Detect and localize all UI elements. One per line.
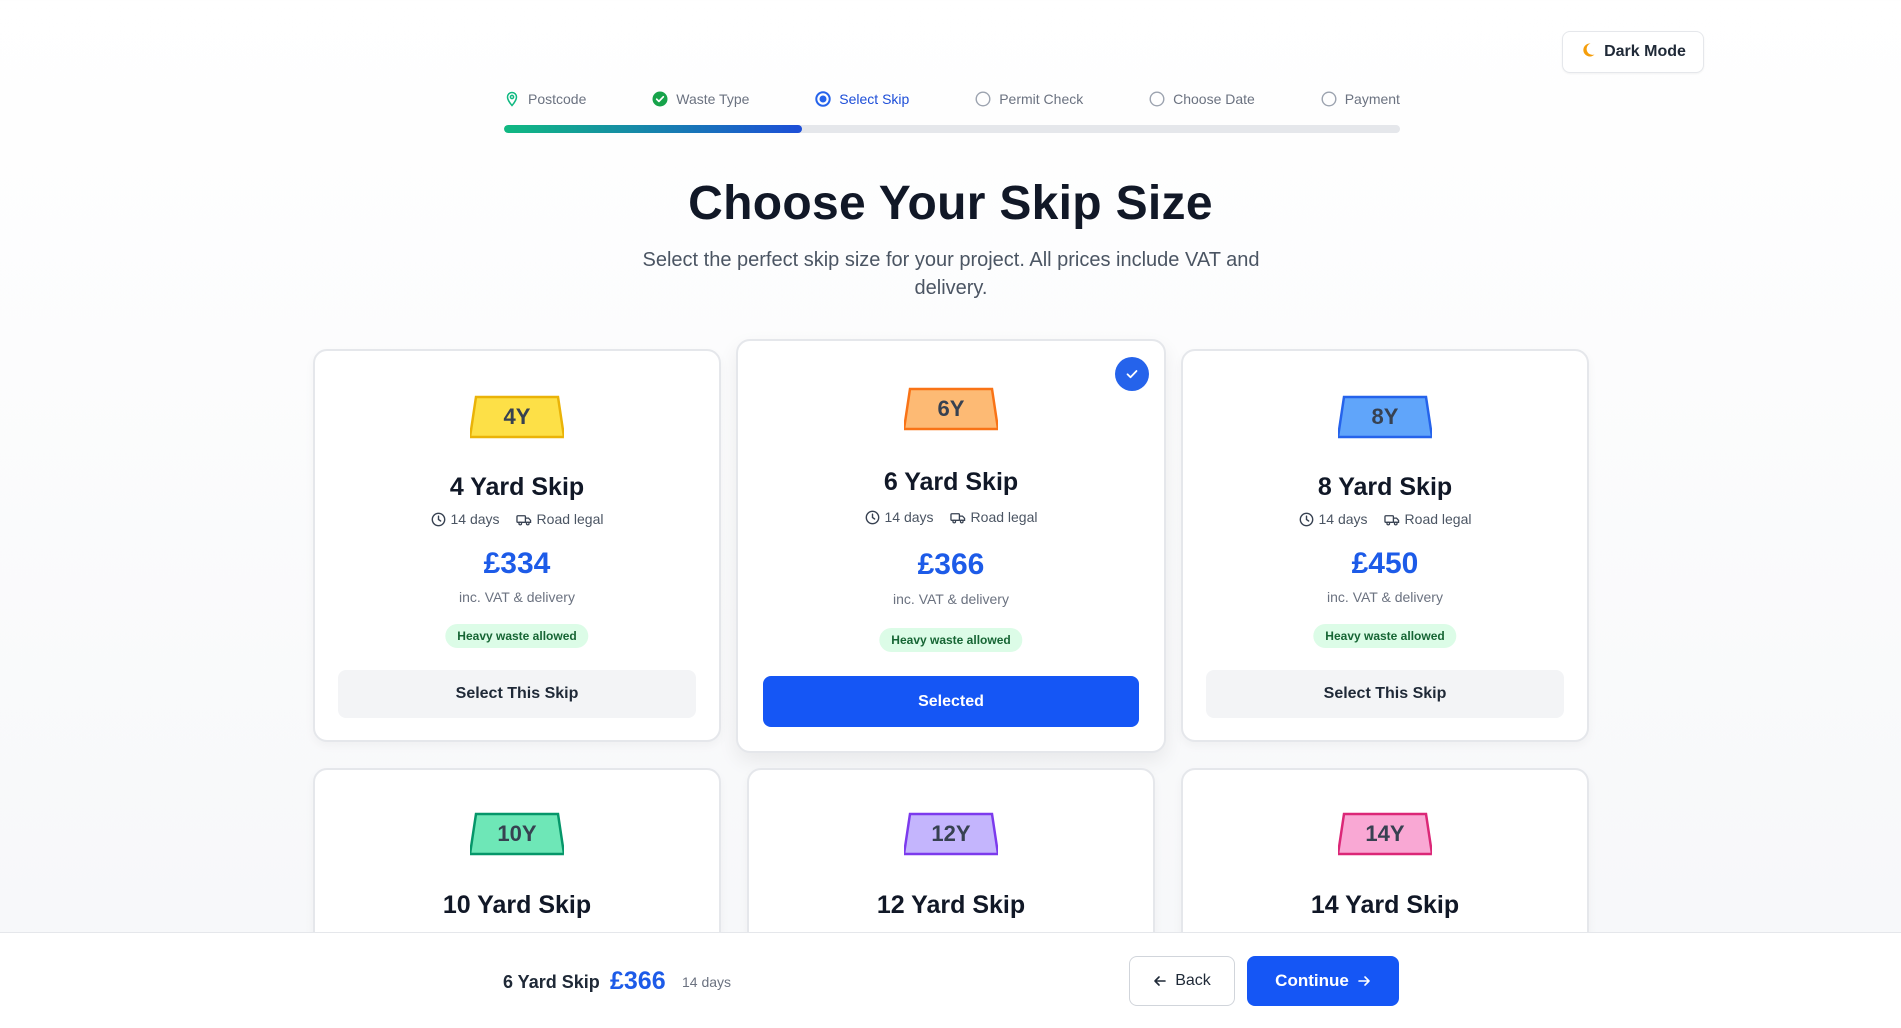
truck-icon bbox=[949, 512, 965, 523]
hire-period: 14 days bbox=[1318, 511, 1368, 527]
skip-card-4-yard[interactable]: 4Y 4 Yard Skip 14 days Road legal £334 i… bbox=[313, 349, 721, 742]
moon-icon bbox=[1580, 42, 1596, 63]
truck-icon bbox=[515, 514, 531, 525]
skip-price: £334 bbox=[483, 547, 551, 580]
summary-price: £366 bbox=[610, 967, 666, 995]
truck-icon bbox=[1383, 514, 1399, 525]
hire-period: 14 days bbox=[450, 511, 500, 527]
step-select-skip[interactable]: Select Skip bbox=[815, 91, 909, 107]
skip-badge-text: 14Y bbox=[1365, 821, 1404, 846]
step-label: Select Skip bbox=[839, 91, 910, 107]
continue-label: Continue bbox=[1275, 971, 1349, 990]
arrow-left-icon bbox=[1154, 976, 1167, 986]
circle-icon bbox=[975, 91, 991, 107]
step-payment[interactable]: Payment bbox=[1321, 91, 1400, 107]
step-label: Permit Check bbox=[999, 91, 1084, 107]
circle-icon bbox=[1149, 91, 1165, 107]
check-circle-icon bbox=[652, 91, 668, 107]
road-legal: Road legal bbox=[970, 509, 1038, 525]
radio-active-icon bbox=[815, 91, 831, 107]
step-choose-date[interactable]: Choose Date bbox=[1149, 91, 1255, 107]
skip-meta: 14 days Road legal bbox=[738, 509, 1164, 525]
step-label: Payment bbox=[1344, 91, 1400, 107]
skip-name: 12 Yard Skip bbox=[876, 891, 1026, 919]
skip-badge-text: 10Y bbox=[497, 821, 536, 846]
clock-icon bbox=[431, 512, 445, 526]
summary-skip-name: 6 Yard Skip bbox=[503, 972, 600, 992]
arrow-right-icon bbox=[1358, 976, 1370, 986]
step-waste-type[interactable]: Waste Type bbox=[652, 91, 749, 107]
dark-mode-button[interactable]: Dark Mode bbox=[1562, 31, 1704, 73]
skip-meta: 14 days Road legal bbox=[1183, 511, 1587, 527]
summary-hire-period: 14 days bbox=[682, 974, 732, 990]
skip-badge-text: 8Y bbox=[1372, 404, 1399, 429]
step-label: Postcode bbox=[528, 91, 587, 107]
back-label: Back bbox=[1175, 972, 1211, 989]
page-subtitle: Select the perfect skip size for your pr… bbox=[642, 249, 1260, 299]
circle-icon bbox=[1321, 91, 1337, 107]
skip-meta: 14 days Road legal bbox=[315, 511, 719, 527]
heavy-waste-badge: Heavy waste allowed bbox=[879, 628, 1023, 652]
price-note: inc. VAT & delivery bbox=[1327, 589, 1443, 605]
progress-fill bbox=[504, 125, 803, 133]
skip-name: 4 Yard Skip bbox=[449, 473, 585, 501]
continue-button[interactable]: Continue bbox=[1247, 956, 1399, 1006]
step-label: Waste Type bbox=[676, 91, 750, 107]
skip-badge-icon: 10Y bbox=[470, 812, 564, 856]
bottom-summary-bar: 6 Yard Skip £366 14 days Back Continue bbox=[0, 932, 1901, 1028]
back-button[interactable]: Back bbox=[1129, 956, 1235, 1006]
price-note: inc. VAT & delivery bbox=[893, 591, 1009, 607]
selected-button[interactable]: Selected bbox=[763, 676, 1139, 727]
page-title: Choose Your Skip Size bbox=[688, 177, 1213, 230]
skip-badge-icon: 8Y bbox=[1338, 395, 1432, 439]
step-permit-check[interactable]: Permit Check bbox=[975, 91, 1083, 107]
select-skip-button[interactable]: Select This Skip bbox=[338, 670, 696, 718]
heavy-waste-badge: Heavy waste allowed bbox=[445, 624, 589, 648]
road-legal: Road legal bbox=[1404, 511, 1472, 527]
skip-badge-text: 6Y bbox=[938, 396, 965, 421]
skip-badge-text: 12Y bbox=[931, 821, 970, 846]
map-pin-icon bbox=[504, 91, 520, 107]
step-postcode[interactable]: Postcode bbox=[504, 91, 586, 107]
skip-price: £450 bbox=[1351, 547, 1419, 580]
skip-name: 14 Yard Skip bbox=[1310, 891, 1460, 919]
skip-badge-icon: 14Y bbox=[1338, 812, 1432, 856]
skip-badge-icon: 4Y bbox=[470, 395, 564, 439]
skip-badge-text: 4Y bbox=[504, 404, 531, 429]
road-legal: Road legal bbox=[536, 511, 604, 527]
price-note: inc. VAT & delivery bbox=[459, 589, 575, 605]
select-skip-button[interactable]: Select This Skip bbox=[1206, 670, 1564, 718]
skip-name: 6 Yard Skip bbox=[883, 468, 1019, 496]
skip-price: £366 bbox=[917, 548, 985, 581]
skip-name: 8 Yard Skip bbox=[1317, 473, 1453, 501]
skip-card-8-yard[interactable]: 8Y 8 Yard Skip 14 days Road legal £450 i… bbox=[1181, 349, 1589, 742]
skip-badge-icon: 12Y bbox=[904, 812, 998, 856]
clock-icon bbox=[865, 510, 879, 524]
progress-bar bbox=[504, 125, 1400, 133]
clock-icon bbox=[1299, 512, 1313, 526]
skip-name: 10 Yard Skip bbox=[442, 891, 592, 919]
heavy-waste-badge: Heavy waste allowed bbox=[1313, 624, 1457, 648]
dark-mode-label: Dark Mode bbox=[1604, 43, 1686, 60]
progress-stepper: Postcode Waste Type Select Skip Permit C… bbox=[504, 88, 1400, 110]
step-label: Choose Date bbox=[1173, 91, 1255, 107]
hire-period: 14 days bbox=[884, 509, 934, 525]
skip-card-6-yard[interactable]: 6Y 6 Yard Skip 14 days Road legal £366 i… bbox=[736, 339, 1166, 753]
skip-badge-icon: 6Y bbox=[904, 387, 998, 431]
